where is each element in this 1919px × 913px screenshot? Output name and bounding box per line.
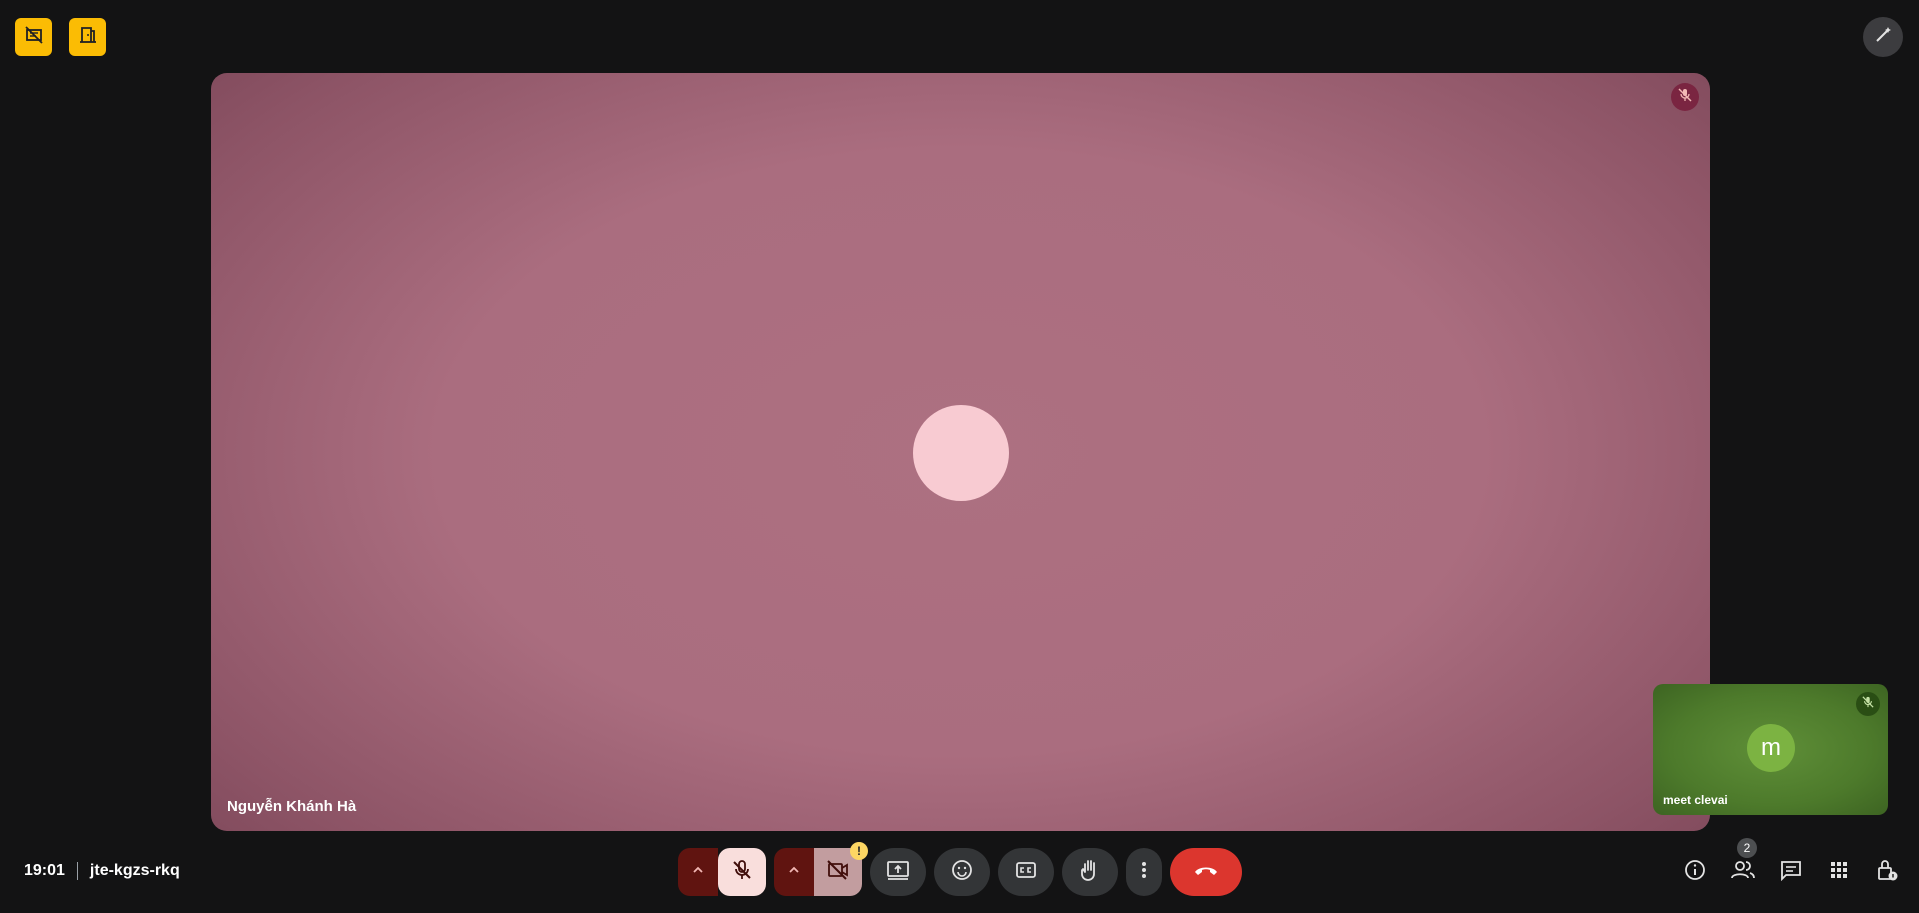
- apps-icon: [1829, 860, 1849, 885]
- camera-warning-badge: !: [850, 842, 868, 860]
- video-off-icon: [826, 859, 850, 886]
- more-options-button[interactable]: [1126, 848, 1162, 896]
- call-controls: !: [678, 842, 1242, 896]
- toggle-mic-button[interactable]: [718, 848, 766, 896]
- video-settings-button[interactable]: [774, 848, 814, 896]
- mic-control-group: [678, 848, 766, 896]
- mic-off-icon: [731, 859, 753, 886]
- self-name: meet clevai: [1663, 793, 1728, 807]
- present-screen-icon: [886, 859, 910, 886]
- reactions-button[interactable]: [934, 848, 990, 896]
- activities-button[interactable]: [1819, 852, 1859, 892]
- people-count-badge: 2: [1737, 838, 1757, 858]
- side-panel-controls: 2: [1675, 838, 1907, 892]
- people-button[interactable]: 2: [1723, 838, 1763, 892]
- leave-room-button[interactable]: [69, 18, 106, 56]
- raise-hand-icon: [1079, 858, 1101, 887]
- self-view-tile[interactable]: m meet clevai: [1653, 684, 1888, 815]
- info-icon: [1684, 859, 1706, 886]
- magic-pen-icon: [1873, 25, 1893, 50]
- end-call-icon: [1193, 863, 1219, 882]
- captions-icon: [1015, 859, 1037, 886]
- chat-button[interactable]: [1771, 852, 1811, 892]
- mic-off-icon: [1862, 695, 1874, 713]
- camera-control-group: !: [774, 842, 868, 896]
- host-controls-icon: [1876, 858, 1898, 887]
- caret-up-icon: [787, 863, 801, 882]
- participant-muted-badge: [1671, 83, 1699, 111]
- meeting-info: 19:01 jte-kgzs-rkq: [24, 862, 180, 880]
- divider: [76, 862, 78, 880]
- meeting-time: 19:01: [24, 862, 65, 879]
- participant-name: Nguyễn Khánh Hà: [227, 798, 357, 815]
- chat-icon: [1780, 859, 1802, 886]
- raise-hand-button[interactable]: [1062, 848, 1118, 896]
- captions-button[interactable]: [998, 848, 1054, 896]
- mic-off-icon: [1678, 87, 1692, 107]
- avatar: [913, 405, 1009, 501]
- door-icon: [78, 25, 98, 50]
- main-participant-tile[interactable]: Nguyễn Khánh Hà: [211, 73, 1710, 831]
- people-icon: [1731, 859, 1755, 886]
- present-screen-button[interactable]: [870, 848, 926, 896]
- more-vert-icon: [1141, 860, 1147, 885]
- toggle-camera-button[interactable]: !: [814, 842, 868, 896]
- avatar: m: [1747, 724, 1795, 772]
- meeting-code: jte-kgzs-rkq: [89, 862, 180, 879]
- effects-button[interactable]: [1863, 17, 1903, 57]
- caret-up-icon: [691, 863, 705, 882]
- host-controls-button[interactable]: [1867, 852, 1907, 892]
- self-muted-badge: [1856, 692, 1880, 716]
- audio-settings-button[interactable]: [678, 848, 718, 896]
- no-video-layout-button[interactable]: [15, 18, 52, 56]
- no-video-layout-icon: [24, 25, 44, 50]
- meeting-details-button[interactable]: [1675, 852, 1715, 892]
- end-call-button[interactable]: [1170, 848, 1242, 896]
- emoji-icon: [951, 859, 973, 886]
- top-left-toolbar: [15, 18, 106, 56]
